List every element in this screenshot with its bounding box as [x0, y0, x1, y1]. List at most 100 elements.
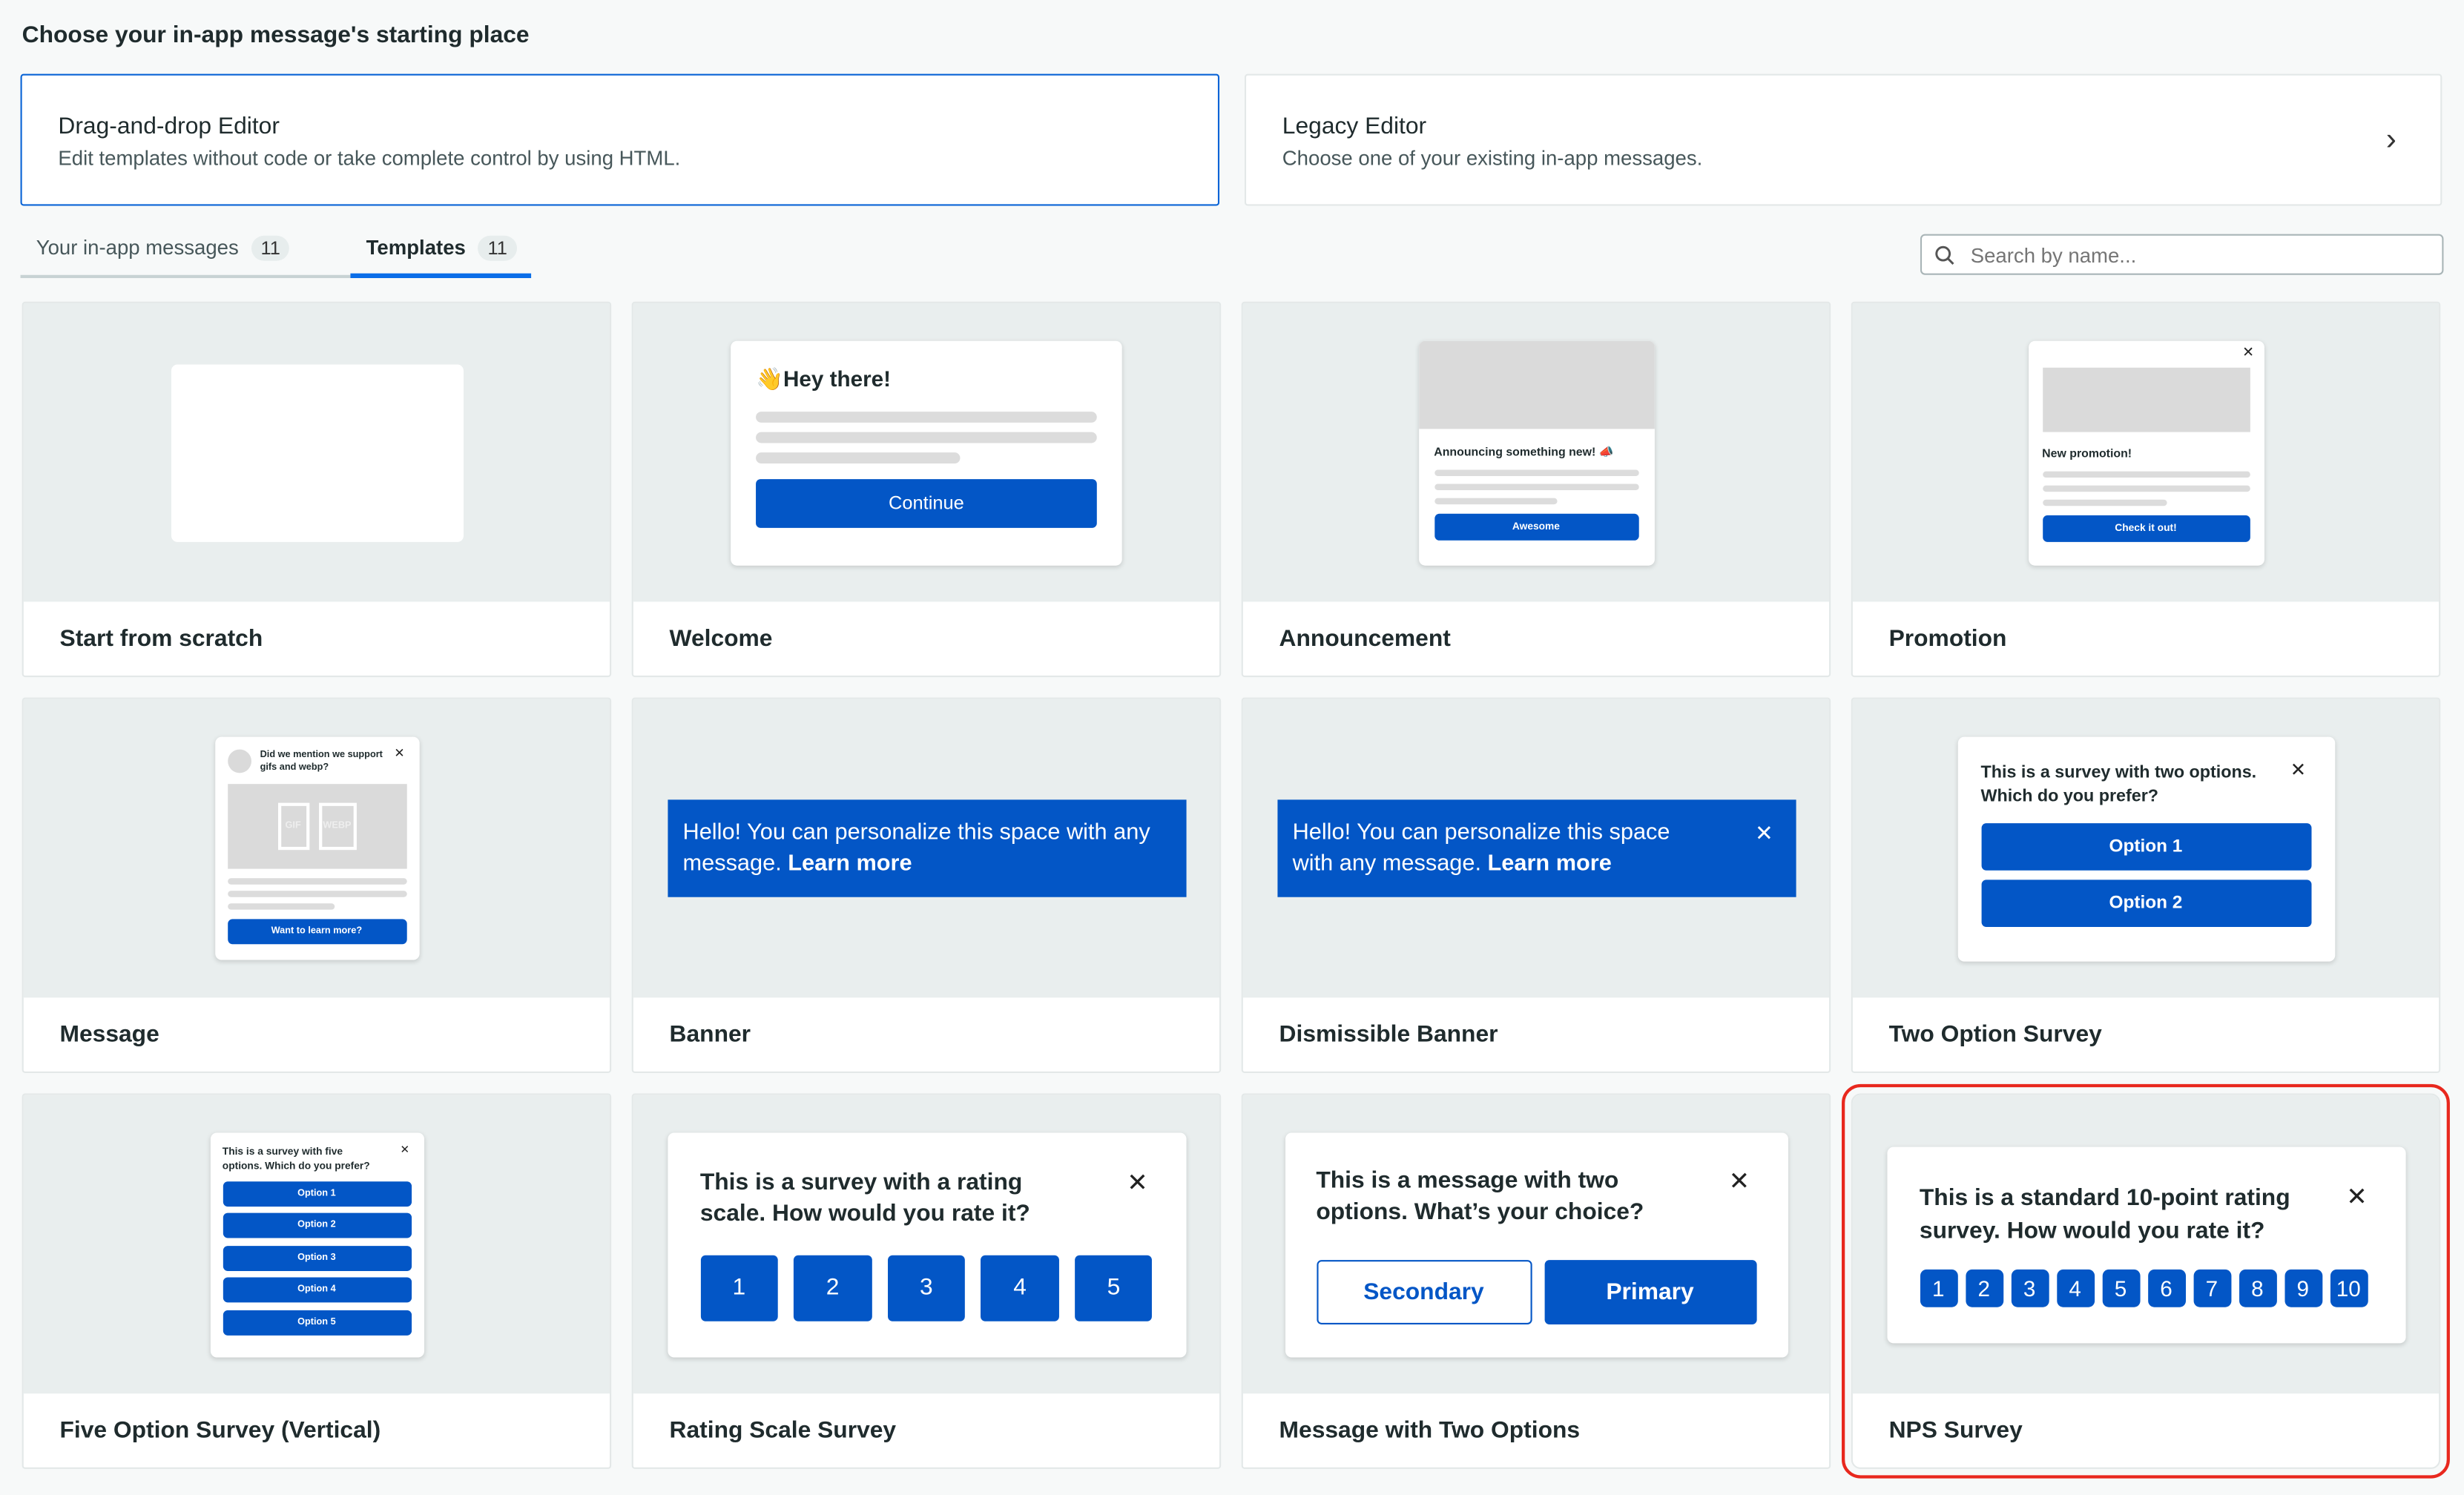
template-name: Message with Two Options [1279, 1416, 1581, 1445]
chevron-right-icon: › [2385, 122, 2397, 157]
drag-and-drop-editor-option[interactable]: Drag-and-drop Editor Edit templates with… [20, 73, 1220, 206]
option-button: Option 1 [222, 1181, 412, 1207]
welcome-preview: 👋Hey there! Continue [731, 340, 1122, 565]
template-card-dismissible-banner[interactable]: Hello! You can personalize this space wi… [1241, 697, 1831, 1074]
announcement-preview: Announcing something new! 📣 Awesome [1418, 340, 1654, 565]
nps-rating-button: 8 [2238, 1268, 2276, 1307]
page: Choose your in-app message's starting pl… [0, 0, 2464, 1495]
template-name: Five Option Survey (Vertical) [59, 1416, 381, 1445]
template-name: Banner [669, 1021, 751, 1049]
template-name: Message [59, 1021, 159, 1049]
rating-preview: This is a survey with a rating scale. Ho… [667, 1132, 1186, 1357]
count-badge: 11 [478, 235, 517, 261]
media-placeholder: GIF WEBP [227, 784, 406, 869]
secondary-button: Secondary [1316, 1259, 1532, 1324]
legacy-editor-option[interactable]: Legacy Editor Choose one of your existin… [1244, 73, 2442, 206]
preview-heading: This is a message with two options. What… [1316, 1166, 1644, 1225]
preview-heading: This is a standard 10-point rating surve… [1919, 1184, 2290, 1244]
option-button: Option 1 [1980, 822, 2311, 870]
banner-preview: Hello! You can personalize this space wi… [667, 799, 1186, 897]
search-icon [1935, 245, 1954, 264]
template-card-five-option-survey[interactable]: This is a survey with five options. Whic… [22, 1093, 612, 1469]
rating-button: 1 [699, 1254, 778, 1321]
nps-rating-button: 9 [2284, 1268, 2322, 1307]
template-card-announcement[interactable]: Announcing something new! 📣 Awesome Anno… [1241, 301, 1831, 678]
nps-scale: 1 2 3 4 5 6 7 8 9 10 [1919, 1268, 2372, 1307]
five-option-preview: This is a survey with five options. Whic… [209, 1132, 424, 1357]
template-grid: Start from scratch 👋Hey there! Continue … [22, 301, 2450, 1479]
blank-preview [170, 363, 463, 541]
option-button: Option 3 [222, 1245, 412, 1270]
webp-file-icon: WEBP [318, 802, 356, 851]
template-card-start-from-scratch[interactable]: Start from scratch [22, 301, 612, 678]
nps-rating-button: 2 [1965, 1268, 2003, 1307]
template-name: Rating Scale Survey [669, 1416, 897, 1445]
tab-label: Templates [366, 235, 466, 260]
banner-text: Hello! You can personalize this space wi… [1292, 819, 1670, 877]
rating-button: 5 [1074, 1254, 1153, 1321]
dismissible-banner-preview: Hello! You can personalize this space wi… [1277, 799, 1796, 897]
close-icon: ✕ [394, 746, 405, 761]
preview-heading: Announcing something new! 📣 [1434, 443, 1614, 458]
tabs: Your in-app messages 11 Templates 11 [20, 229, 532, 278]
nps-rating-button: 10 [2329, 1268, 2368, 1307]
nps-rating-button: 3 [2010, 1268, 2049, 1307]
nps-preview: This is a standard 10-point rating surve… [1886, 1146, 2405, 1343]
count-badge: 11 [251, 235, 290, 261]
option-button: Option 4 [222, 1277, 412, 1303]
nps-rating-button: 1 [1919, 1268, 1957, 1307]
tab-your-in-app-messages[interactable]: Your in-app messages 11 [20, 229, 351, 278]
option-button: Option 5 [222, 1309, 412, 1335]
template-card-promotion[interactable]: ✕ New promotion! Check it out! Promotion [1851, 301, 2441, 678]
template-name: Two Option Survey [1888, 1021, 2102, 1049]
banner-text: Hello! You can personalize this space wi… [682, 819, 1150, 877]
page-title: Choose your in-app message's starting pl… [22, 22, 530, 49]
template-card-nps-survey[interactable]: This is a standard 10-point rating surve… [1842, 1083, 2450, 1479]
tab-templates[interactable]: Templates 11 [350, 229, 532, 278]
preview-heading: New promotion! [2042, 445, 2132, 460]
close-icon: ✕ [400, 1144, 409, 1156]
template-card-message[interactable]: Did we mention we support gifs and webp?… [22, 697, 612, 1074]
preview-button: Check it out! [2042, 514, 2250, 541]
template-card-rating-scale-survey[interactable]: This is a survey with a rating scale. Ho… [631, 1093, 1222, 1469]
close-icon: ✕ [2242, 343, 2255, 360]
template-card-two-option-survey[interactable]: This is a survey with two options. Which… [1851, 697, 2441, 1074]
preview-heading: This is a survey with two options. Which… [1980, 762, 2257, 805]
preview-button: Continue [756, 478, 1097, 527]
template-name: Dismissible Banner [1279, 1021, 1498, 1049]
search-input[interactable] [1970, 242, 2442, 267]
option-button: Option 2 [222, 1212, 412, 1238]
close-icon: ✕ [2346, 1184, 2368, 1211]
preview-heading: 👋Hey there! [756, 365, 892, 391]
editor-desc: Edit templates without code or take comp… [58, 146, 681, 170]
template-name: Promotion [1888, 625, 2007, 653]
tab-label: Your in-app messages [36, 235, 239, 260]
close-icon: ✕ [2290, 758, 2307, 780]
template-name: Announcement [1279, 625, 1451, 653]
template-card-banner[interactable]: Hello! You can personalize this space wi… [631, 697, 1222, 1074]
preview-heading: Did we mention we support gifs and webp? [260, 750, 383, 773]
message-preview: Did we mention we support gifs and webp?… [214, 736, 419, 960]
learn-more-link: Learn more [1487, 851, 1612, 877]
template-name: Welcome [669, 625, 773, 653]
rating-button: 4 [981, 1254, 1059, 1321]
option-button: Option 2 [1980, 879, 2311, 926]
rating-button: 3 [887, 1254, 966, 1321]
primary-button: Primary [1544, 1259, 1756, 1324]
close-icon: ✕ [1755, 819, 1773, 845]
preview-heading: This is a survey with five options. Whic… [222, 1146, 370, 1172]
two-options-message-preview: This is a message with two options. What… [1284, 1132, 1788, 1357]
nps-rating-button: 5 [2101, 1268, 2140, 1307]
gif-file-icon: GIF [277, 802, 309, 851]
template-card-message-with-two-options[interactable]: This is a message with two options. What… [1241, 1093, 1831, 1469]
two-option-preview: This is a survey with two options. Which… [1957, 736, 2335, 961]
template-card-welcome[interactable]: 👋Hey there! Continue Welcome [631, 301, 1222, 678]
preview-button: Want to learn more? [227, 919, 406, 945]
close-icon: ✕ [1127, 1169, 1148, 1197]
learn-more-link: Learn more [788, 851, 912, 877]
editor-desc: Choose one of your existing in-app messa… [1282, 146, 1703, 170]
preview-button: Awesome [1434, 512, 1638, 540]
preview-heading: This is a survey with a rating scale. Ho… [699, 1168, 1030, 1227]
search-box[interactable] [1920, 234, 2444, 275]
template-name: NPS Survey [1888, 1416, 2023, 1445]
